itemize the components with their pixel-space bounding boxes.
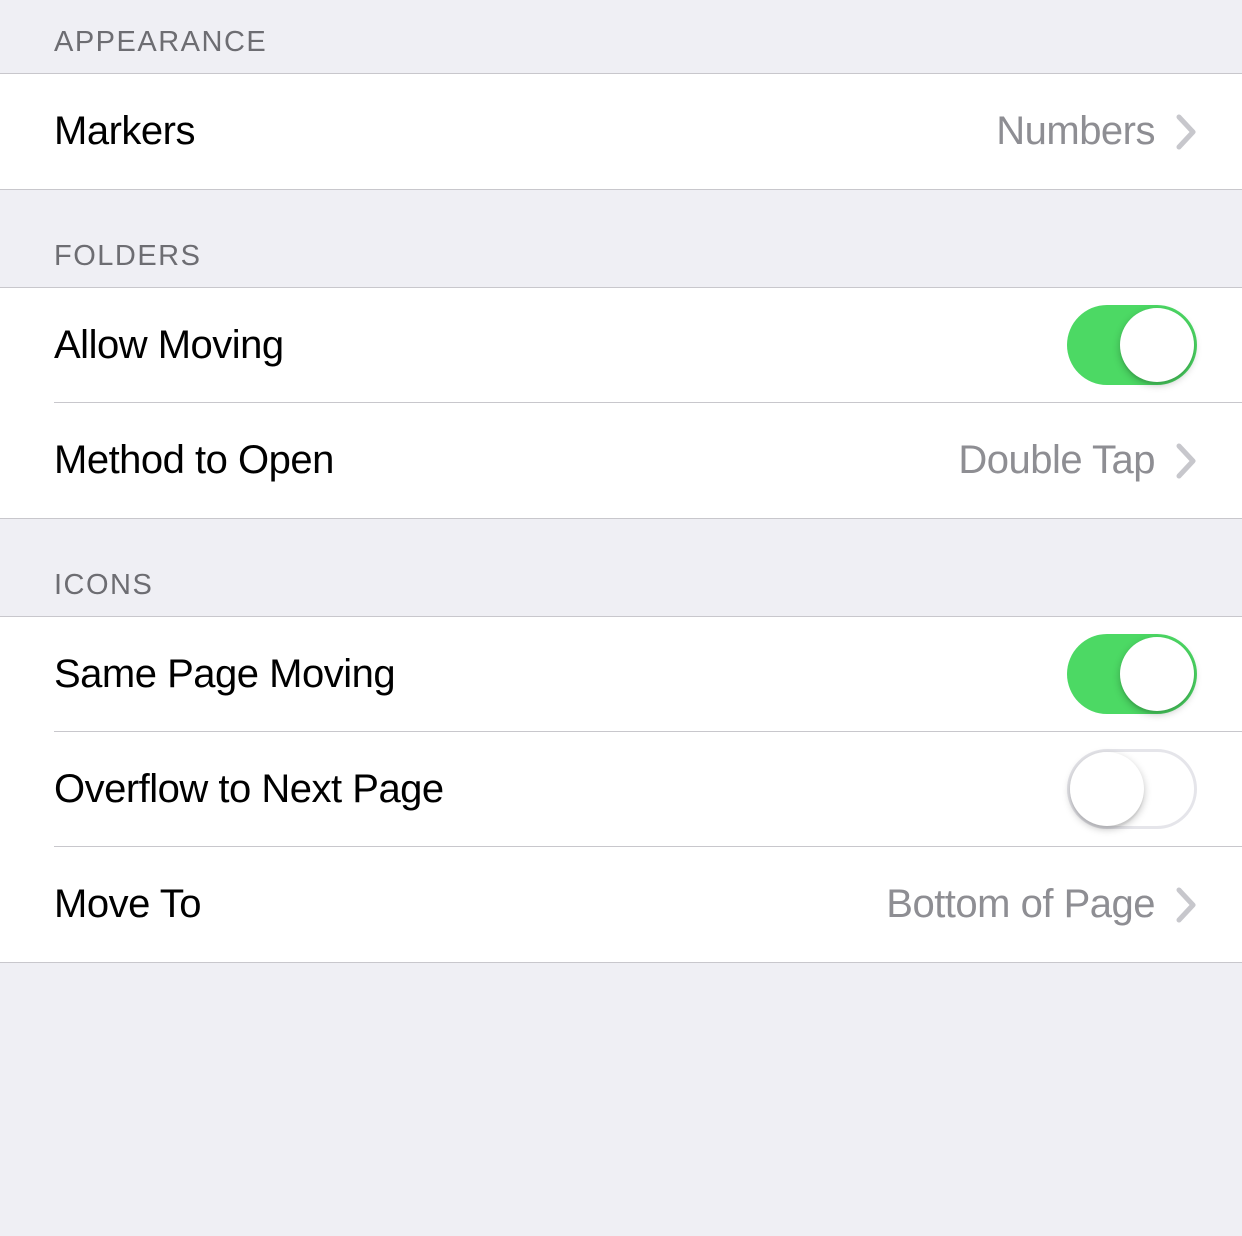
toggle-overflow-next-page[interactable] (1067, 749, 1197, 829)
cell-overflow-next-page: Overflow to Next Page (0, 732, 1242, 847)
section-header-icons: ICONS (0, 519, 1242, 616)
cell-value-move-to: Bottom of Page (886, 882, 1155, 927)
cell-right-same-page-moving (1067, 634, 1197, 714)
toggle-knob (1070, 752, 1144, 826)
toggle-knob (1120, 308, 1194, 382)
cell-label-overflow-next-page: Overflow to Next Page (54, 767, 444, 812)
section-header-folders: FOLDERS (0, 190, 1242, 287)
chevron-right-icon (1175, 113, 1197, 151)
cell-label-same-page-moving: Same Page Moving (54, 652, 395, 697)
cell-move-to[interactable]: Move To Bottom of Page (0, 847, 1242, 962)
toggle-knob (1120, 637, 1194, 711)
cell-same-page-moving: Same Page Moving (0, 617, 1242, 732)
cell-allow-moving: Allow Moving (0, 288, 1242, 403)
section-header-appearance: APPEARANCE (0, 0, 1242, 73)
group-appearance: Markers Numbers (0, 73, 1242, 190)
cell-right-move-to: Bottom of Page (886, 882, 1197, 927)
cell-method-to-open[interactable]: Method to Open Double Tap (0, 403, 1242, 518)
cell-value-markers: Numbers (996, 109, 1155, 154)
cell-label-method-to-open: Method to Open (54, 438, 334, 483)
toggle-allow-moving[interactable] (1067, 305, 1197, 385)
cell-value-method-to-open: Double Tap (958, 438, 1155, 483)
cell-right-method-to-open: Double Tap (958, 438, 1197, 483)
group-folders: Allow Moving Method to Open Double Tap (0, 287, 1242, 519)
cell-markers[interactable]: Markers Numbers (0, 74, 1242, 189)
cell-label-allow-moving: Allow Moving (54, 323, 284, 368)
cell-label-move-to: Move To (54, 882, 201, 927)
group-icons: Same Page Moving Overflow to Next Page M… (0, 616, 1242, 963)
chevron-right-icon (1175, 886, 1197, 924)
cell-label-markers: Markers (54, 109, 195, 154)
toggle-same-page-moving[interactable] (1067, 634, 1197, 714)
cell-right-markers: Numbers (996, 109, 1197, 154)
cell-right-overflow-next-page (1067, 749, 1197, 829)
chevron-right-icon (1175, 442, 1197, 480)
cell-right-allow-moving (1067, 305, 1197, 385)
